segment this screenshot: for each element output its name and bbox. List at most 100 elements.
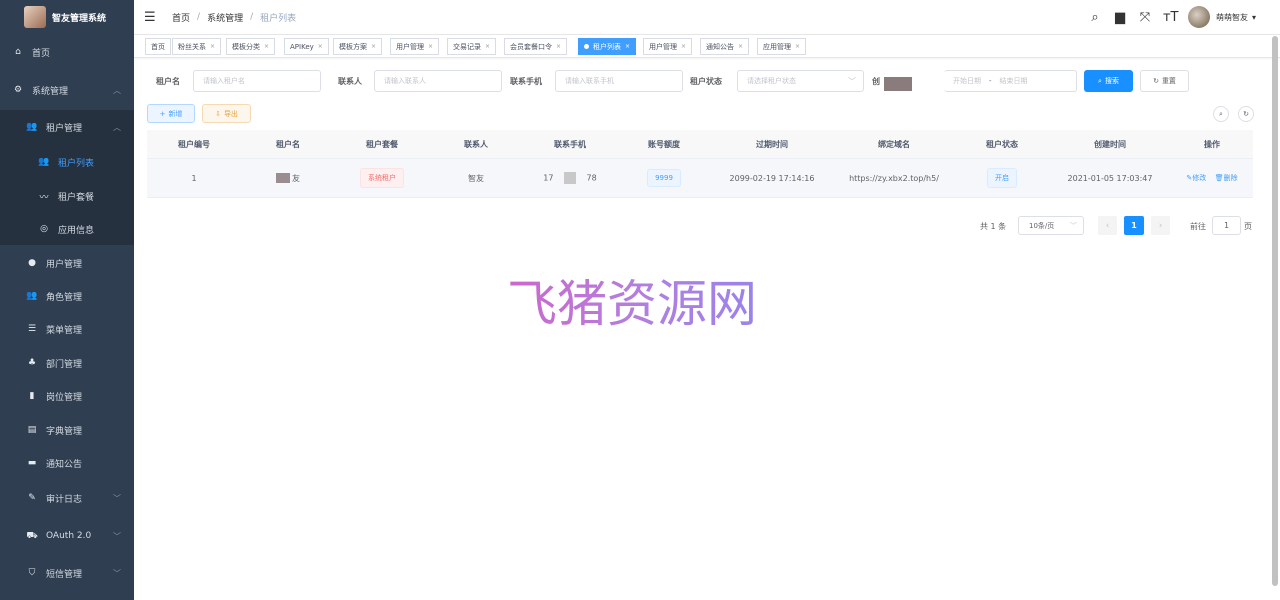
close-icon[interactable]: ×	[264, 43, 269, 50]
close-icon[interactable]: ×	[318, 43, 323, 50]
close-icon[interactable]: ×	[428, 43, 433, 50]
delete-button[interactable]: 🗑删除	[1215, 174, 1238, 182]
refresh-table-button[interactable]: ↻	[1238, 106, 1254, 122]
tenant-name-input[interactable]: 请输入租户名	[193, 70, 321, 92]
font-size-icon[interactable]: тT	[1163, 10, 1179, 25]
tenant-name-label: 租户名	[156, 77, 180, 86]
tag-notices[interactable]: 通知公告 ×	[700, 38, 750, 55]
sidebar-item-notices[interactable]: ▬ 通知公告	[0, 451, 134, 475]
sidebar-item-users[interactable]: ● 用户管理	[0, 251, 134, 275]
chevron-up-icon: ︿	[113, 122, 121, 132]
status-badge: 开启	[987, 168, 1017, 188]
download-icon: ⇩	[215, 109, 221, 118]
tag-label: 用户管理	[649, 42, 677, 51]
breadcrumb-system[interactable]: 系统管理	[207, 11, 243, 24]
vertical-scrollbar[interactable]	[1272, 36, 1278, 586]
tag-template-plan[interactable]: 模板方案 ×	[333, 38, 383, 55]
contact-input[interactable]: 请输入联系人	[374, 70, 502, 92]
cell-domain: https://zy.xbx2.top/h5/	[849, 173, 939, 183]
hamburger-icon[interactable]: ☰	[144, 10, 158, 25]
sidebar-item-label: 审计日志	[46, 494, 83, 505]
tag-transactions[interactable]: 交易记录 ×	[447, 38, 497, 55]
sidebar-item-roles[interactable]: 👥 角色管理	[0, 284, 134, 308]
close-icon[interactable]: ×	[210, 43, 215, 50]
sidebar-item-sms[interactable]: ⛉ 短信管理 ﹀	[0, 561, 134, 585]
reset-button[interactable]: ↻ 重置	[1140, 70, 1189, 92]
top-right-tools: ⌕ ▆ ⤧ тT 萌萌智友 ▾	[1088, 0, 1280, 34]
sidebar-item-label: OAuth 2.0	[46, 531, 92, 541]
sidebar-item-app-info[interactable]: ◎ 应用信息	[0, 217, 134, 241]
tag-label: 首页	[151, 42, 165, 51]
phone-end: 78	[586, 173, 597, 183]
users-icon: 👥	[26, 122, 38, 132]
prev-page-button[interactable]: ‹	[1098, 216, 1117, 235]
sidebar-item-tenant-package[interactable]: 〰 租户套餐	[0, 184, 134, 208]
tag-fans[interactable]: 粉丝关系 ×	[172, 38, 222, 55]
close-icon[interactable]: ×	[371, 43, 376, 50]
tag-member-code[interactable]: 会员套餐口令 ×	[504, 38, 568, 55]
caret-down-icon[interactable]: ▾	[1252, 13, 1256, 22]
chevron-down-icon: ﹀	[113, 531, 121, 541]
sidebar-item-oauth[interactable]: ⛟ OAuth 2.0 ﹀	[0, 524, 134, 548]
sidebar-item-dictionary[interactable]: ▤ 字典管理	[0, 418, 134, 442]
package-icon: 〰	[39, 192, 49, 203]
add-button[interactable]: + 新增	[147, 104, 195, 123]
tag-user-management[interactable]: 用户管理 ×	[390, 38, 440, 55]
th-contact: 联系人	[464, 139, 488, 149]
role-icon: 👥	[26, 291, 38, 301]
refresh-icon: ↻	[1243, 110, 1249, 118]
chat-icon[interactable]: ▆	[1113, 10, 1127, 25]
export-button[interactable]: ⇩ 导出	[202, 104, 251, 123]
cell-created: 2021-01-05 17:03:47	[1067, 173, 1153, 183]
close-icon[interactable]: ×	[738, 43, 743, 50]
goto-page-input[interactable]: 1	[1212, 216, 1241, 235]
tag-template-category[interactable]: 模板分类 ×	[226, 38, 276, 55]
sidebar-item-menus[interactable]: ☰ 菜单管理	[0, 317, 134, 341]
sidebar-item-tenant[interactable]: 👥 租户管理 ︿	[0, 115, 134, 139]
sidebar-item-posts[interactable]: ▮ 岗位管理	[0, 384, 134, 408]
tag-app-management[interactable]: 应用管理 ×	[757, 38, 807, 55]
logo[interactable]: 智友管理系统	[0, 0, 134, 34]
sidebar-item-audit-log[interactable]: ✎ 审计日志 ﹀	[0, 486, 134, 510]
close-icon[interactable]: ×	[795, 43, 800, 50]
next-page-button[interactable]: ›	[1151, 216, 1170, 235]
page-size-select[interactable]: 10条/页 ﹀	[1018, 216, 1084, 235]
table-row[interactable]: 1 友 系统租户 智友 17 78 9999 2099-02-19 17:14:…	[147, 159, 1253, 198]
sidebar-item-tenant-list[interactable]: 👥 租户列表	[0, 150, 134, 174]
status-select[interactable]: 请选择租户状态 ﹀	[737, 70, 864, 92]
phone-input[interactable]: 请输入联系手机	[555, 70, 683, 92]
breadcrumb-home[interactable]: 首页	[172, 11, 190, 24]
chevron-up-icon: ︿	[113, 85, 121, 95]
date-range-picker[interactable]: 开始日期 - 结束日期	[944, 70, 1077, 92]
close-icon[interactable]: ×	[556, 43, 561, 50]
sidebar-item-system[interactable]: ⚙ 系统管理 ︿	[0, 78, 134, 102]
tag-user-management-2[interactable]: 用户管理 ×	[643, 38, 693, 55]
created-time-label: 创	[872, 77, 880, 86]
close-icon[interactable]: ×	[485, 43, 490, 50]
cell-status: 开启	[955, 168, 1049, 188]
toggle-search-button[interactable]: ⌕	[1213, 106, 1229, 122]
sidebar-item-home[interactable]: ⌂ 首页	[0, 40, 134, 64]
sidebar-item-departments[interactable]: ♣ 部门管理	[0, 351, 134, 375]
user-name[interactable]: 萌萌智友	[1216, 12, 1248, 23]
close-icon[interactable]: ×	[681, 43, 686, 50]
post-icon: ▮	[29, 391, 35, 401]
fullscreen-icon[interactable]: ⤧	[1138, 10, 1152, 25]
page-number-current[interactable]: 1	[1124, 216, 1144, 235]
search-icon[interactable]: ⌕	[1088, 10, 1102, 25]
tag-tenant-list[interactable]: 租户列表 ×	[578, 38, 637, 55]
tag-home[interactable]: 首页	[145, 38, 171, 55]
tag-label: 模板分类	[232, 42, 260, 51]
edit-button[interactable]: ✎修改	[1186, 174, 1206, 182]
cell-expire: 2099-02-19 17:14:16	[729, 173, 815, 183]
close-icon[interactable]: ×	[625, 43, 630, 50]
tag-apikey[interactable]: APIKey ×	[284, 38, 329, 55]
avatar[interactable]	[1187, 6, 1210, 28]
search-button[interactable]: ⌕ 搜索	[1084, 70, 1133, 92]
export-button-label: 导出	[223, 109, 238, 118]
sidebar-item-label: 岗位管理	[46, 392, 83, 403]
cell-phone: 17 78	[523, 172, 617, 184]
sidebar-item-label: 系统管理	[32, 86, 69, 97]
active-dot-icon	[584, 44, 589, 49]
edit-label: 修改	[1192, 174, 1207, 182]
